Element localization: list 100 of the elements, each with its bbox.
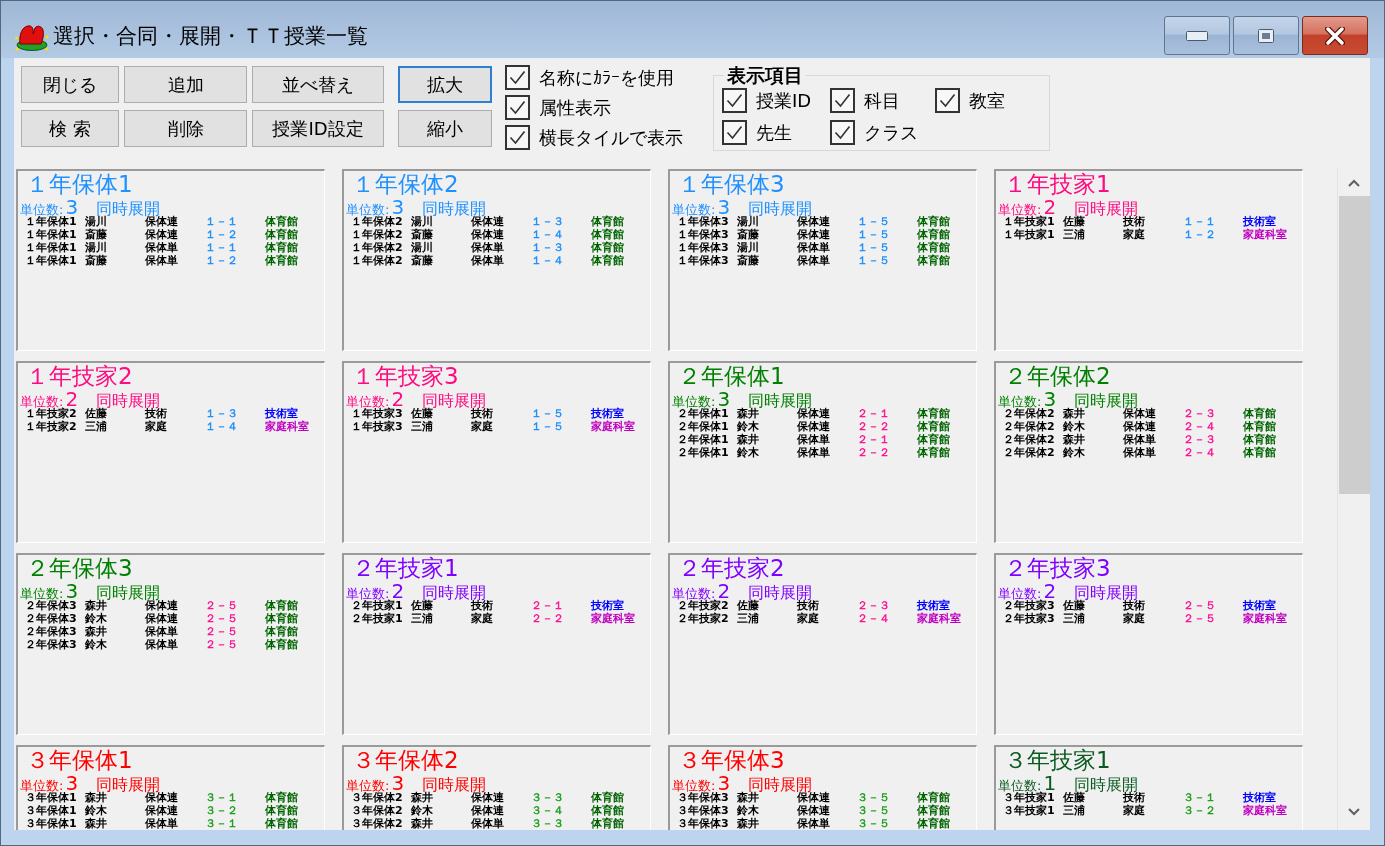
table-cell-text: １年技家1 (1003, 228, 1056, 241)
lesson-tile[interactable]: １年技家2 単位数:2 同時展開 １年技家2 佐藤 技術 １－３ 技術室 １年技家2 三浦 家庭 １－４ 家庭科室 (16, 361, 325, 543)
checkbox[interactable] (722, 88, 747, 113)
checkbox[interactable] (830, 120, 855, 145)
checkbox[interactable] (722, 120, 747, 145)
table-cell-text: 鈴木 (737, 420, 760, 433)
scroll-down-icon[interactable] (1348, 808, 1360, 816)
table-cell-text: １－３ (531, 241, 565, 254)
lesson-tile[interactable]: ２年保体1 単位数:3 同時展開 ２年保体1 森井 保体連 ２－１ 体育館 ２年保体1 鈴木 保体連 ２－２ 体育館 ２年保体1 森井 保体単 ２－１ 体育館 ２年保体1 鈴木 保体単 ２－２ 体育館 (668, 361, 977, 543)
scroll-up-icon[interactable] (1348, 179, 1360, 187)
table-cell-text: 森井 (1063, 433, 1086, 446)
toolbar-button[interactable]: 追加 (124, 66, 247, 103)
tile-title: １年技家3 (352, 363, 460, 389)
lesson-tile[interactable]: ３年保体3 単位数:3 同時展開 ３年保体3 森井 保体連 ３－５ 体育館 ３年保体3 鈴木 保体連 ３－５ 体育館 ３年保体3 森井 保体単 ３－５ 体育館 (668, 745, 977, 830)
lesson-tile[interactable]: ２年技家2 単位数:2 同時展開 ２年技家2 佐藤 技術 ２－３ 技術室 ２年技家2 三浦 家庭 ２－４ 家庭科室 (668, 553, 977, 735)
table-cell-text: ３－２ (205, 804, 239, 817)
table-cell-text: 森井 (1063, 407, 1085, 420)
table-cell-text: 保体単 (1123, 433, 1157, 446)
zoom-button[interactable]: 拡大 (398, 66, 492, 103)
table-cell-text: 斎藤 (411, 254, 434, 267)
checkbox[interactable] (505, 65, 530, 90)
toolbar-button[interactable]: 閉じる (21, 66, 119, 103)
checkbox[interactable] (830, 88, 855, 113)
table-cell-text: ２－５ (205, 599, 239, 612)
units-label: 単位数: (20, 201, 64, 217)
table-cell-text: 体育館 (1243, 407, 1277, 420)
table-cell-text: 家庭科室 (265, 420, 310, 433)
table-cell-text: 鈴木 (85, 638, 108, 651)
lesson-tile[interactable]: ２年保体2 単位数:3 同時展開 ２年保体2 森井 保体連 ２－３ 体育館 ２年保体2 鈴木 保体連 ２－４ 体育館 ２年保体2 森井 保体単 ２－３ 体育館 ２年保体2 鈴木 保体単 ２－４ 体育館 (994, 361, 1303, 543)
scrollbar-track[interactable] (1337, 168, 1370, 830)
table-cell-text: ３－３ (531, 817, 565, 830)
table-cell-text: ２－５ (1183, 599, 1217, 612)
table-cell-text: 保体単 (797, 817, 831, 830)
scrollbar-thumb[interactable] (1338, 196, 1370, 494)
table-cell-text: 三浦 (411, 612, 434, 625)
table-cell-text: 保体単 (145, 241, 179, 254)
lesson-tile[interactable]: ３年技家1 単位数:1 同時展開 ３年技家1 佐藤 技術 ３－１ 技術室 ３年技家1 三浦 家庭 ３－２ 家庭科室 (994, 745, 1303, 830)
table-cell-text: 技術 (797, 599, 820, 612)
maximize-button[interactable] (1233, 16, 1299, 55)
lesson-tile[interactable]: ２年保体3 単位数:3 同時展開 ２年保体3 森井 保体連 ２－５ 体育館 ２年保体3 鈴木 保体連 ２－５ 体育館 ２年保体3 森井 保体単 ２－５ 体育館 ２年保体3 鈴木 保体単 ２－５ 体育館 (16, 553, 325, 735)
units-label: 単位数: (672, 393, 716, 409)
lesson-tile[interactable]: ２年技家3 単位数:2 同時展開 ２年技家3 佐藤 技術 ２－５ 技術室 ２年技家3 三浦 家庭 ２－５ 家庭科室 (994, 553, 1303, 735)
table-cell-text: ２年技家2 (677, 599, 730, 612)
lesson-tile[interactable]: １年技家1 単位数:2 同時展開 １年技家1 佐藤 技術 １－１ 技術室 １年技家1 三浦 家庭 １－２ 家庭科室 (994, 169, 1303, 351)
lesson-tile[interactable]: ３年保体2 単位数:3 同時展開 ３年保体2 森井 保体連 ３－３ 体育館 ３年保体2 鈴木 保体連 ３－４ 体育館 ３年保体2 森井 保体単 ３－３ 体育館 (342, 745, 651, 830)
lesson-tile[interactable]: １年保体3 単位数:3 同時展開 １年保体3 湯川 保体連 １－５ 体育館 １年保体3 斎藤 保体連 １－５ 体育館 １年保体3 湯川 保体単 １－５ 体育館 １年保体3 斎藤 保体単 １－５ 体育館 (668, 169, 977, 351)
table-cell-text: １－２ (205, 228, 239, 241)
toolbar-button[interactable]: 授業ID設定 (252, 110, 384, 147)
table-cell-text: １－３ (531, 215, 565, 228)
table-cell-text: 技術室 (265, 407, 299, 420)
table-cell-text: 家庭 (1123, 612, 1146, 625)
table-cell-text: 体育館 (1243, 446, 1277, 459)
table-cell-text: 森井 (85, 791, 107, 804)
table-cell-text: 保体連 (145, 791, 179, 804)
table-cell-text: 保体連 (471, 215, 505, 228)
table-cell-text: １年保体2 (351, 228, 404, 241)
tile-title: ２年保体2 (1004, 363, 1112, 389)
table-cell-text: ２年保体3 (25, 638, 78, 651)
table-cell-text: ２－３ (1183, 407, 1217, 420)
table-cell-text: 鈴木 (1063, 420, 1086, 433)
minimize-button[interactable] (1164, 16, 1230, 55)
toolbar-button[interactable]: 検 索 (21, 110, 119, 147)
table-cell-text: ３－４ (531, 804, 565, 817)
table-cell-text: 佐藤 (1063, 215, 1085, 228)
table-cell-text: １年技家1 (1003, 215, 1056, 228)
checkbox-label: 属性表示 (539, 95, 611, 120)
table-cell-text: ２年保体1 (677, 446, 730, 459)
toolbar-button[interactable]: 並べ替え (252, 66, 384, 103)
table-cell-text: 体育館 (265, 241, 299, 254)
table-cell-text: 森井 (85, 817, 108, 830)
table-cell-text: ２年技家1 (351, 612, 404, 625)
table-cell-text: １年技家3 (351, 407, 404, 420)
table-cell-text: 技術室 (591, 407, 625, 420)
close-button[interactable] (1302, 16, 1368, 55)
checkbox[interactable] (505, 125, 530, 150)
table-cell-text: ３－５ (857, 817, 891, 830)
table-cell-text: ２年技家2 (677, 612, 730, 625)
table-cell-text: 家庭 (471, 420, 494, 433)
table-cell-text: 技術室 (591, 599, 625, 612)
zoom-button[interactable]: 縮小 (398, 110, 492, 147)
toolbar-button[interactable]: 削除 (124, 110, 247, 147)
lesson-tile[interactable]: １年保体1 単位数:3 同時展開 １年保体1 湯川 保体連 １－１ 体育館 １年保体1 斎藤 保体連 １－２ 体育館 １年保体1 湯川 保体単 １－１ 体育館 １年保体1 斎藤 保体単 １－２ 体育館 (16, 169, 325, 351)
tile-title: １年技家2 (26, 363, 134, 389)
table-cell-text: 保体連 (797, 804, 831, 817)
table-cell-text: 家庭科室 (1243, 612, 1288, 625)
lesson-tile[interactable]: １年技家3 単位数:2 同時展開 １年技家3 佐藤 技術 １－５ 技術室 １年技家3 三浦 家庭 １－５ 家庭科室 (342, 361, 651, 543)
table-cell-text: 保体単 (471, 241, 505, 254)
table-cell-text: 保体連 (471, 804, 505, 817)
checkbox[interactable] (505, 95, 530, 120)
table-cell-text: 佐藤 (411, 407, 433, 420)
table-cell-text: 家庭 (1123, 228, 1146, 241)
table-cell-text: １－４ (531, 228, 565, 241)
table-cell-text: ３年保体2 (351, 791, 404, 804)
lesson-tile[interactable]: １年保体2 単位数:3 同時展開 １年保体2 湯川 保体連 １－３ 体育館 １年保体2 斎藤 保体連 １－４ 体育館 １年保体2 湯川 保体単 １－３ 体育館 １年保体2 斎藤 保体単 １－４ 体育館 (342, 169, 651, 351)
table-cell-text: 森井 (737, 817, 760, 830)
checkbox[interactable] (935, 88, 960, 113)
table-cell-text: 体育館 (265, 791, 299, 804)
table-cell-text: 保体連 (797, 215, 831, 228)
lesson-tile[interactable]: ２年技家1 単位数:2 同時展開 ２年技家1 佐藤 技術 ２－１ 技術室 ２年技家1 三浦 家庭 ２－２ 家庭科室 (342, 553, 651, 735)
lesson-tile[interactable]: ３年保体1 単位数:3 同時展開 ３年保体1 森井 保体連 ３－１ 体育館 ３年保体1 鈴木 保体連 ３－２ 体育館 ３年保体1 森井 保体単 ３－１ 体育館 (16, 745, 325, 830)
